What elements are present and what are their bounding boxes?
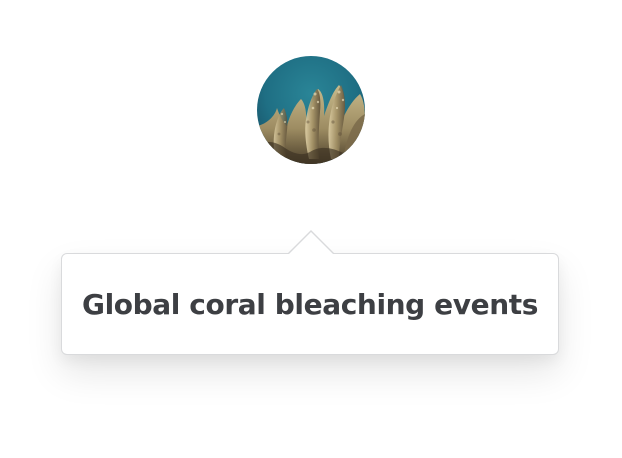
tooltip-title: Global coral bleaching events: [82, 287, 538, 321]
coral-photo-icon: [257, 56, 365, 164]
tooltip-arrow: [288, 232, 334, 255]
coral-avatar[interactable]: [257, 56, 365, 164]
tooltip-card: Global coral bleaching events: [61, 230, 559, 355]
canvas: Global coral bleaching events: [0, 0, 622, 458]
